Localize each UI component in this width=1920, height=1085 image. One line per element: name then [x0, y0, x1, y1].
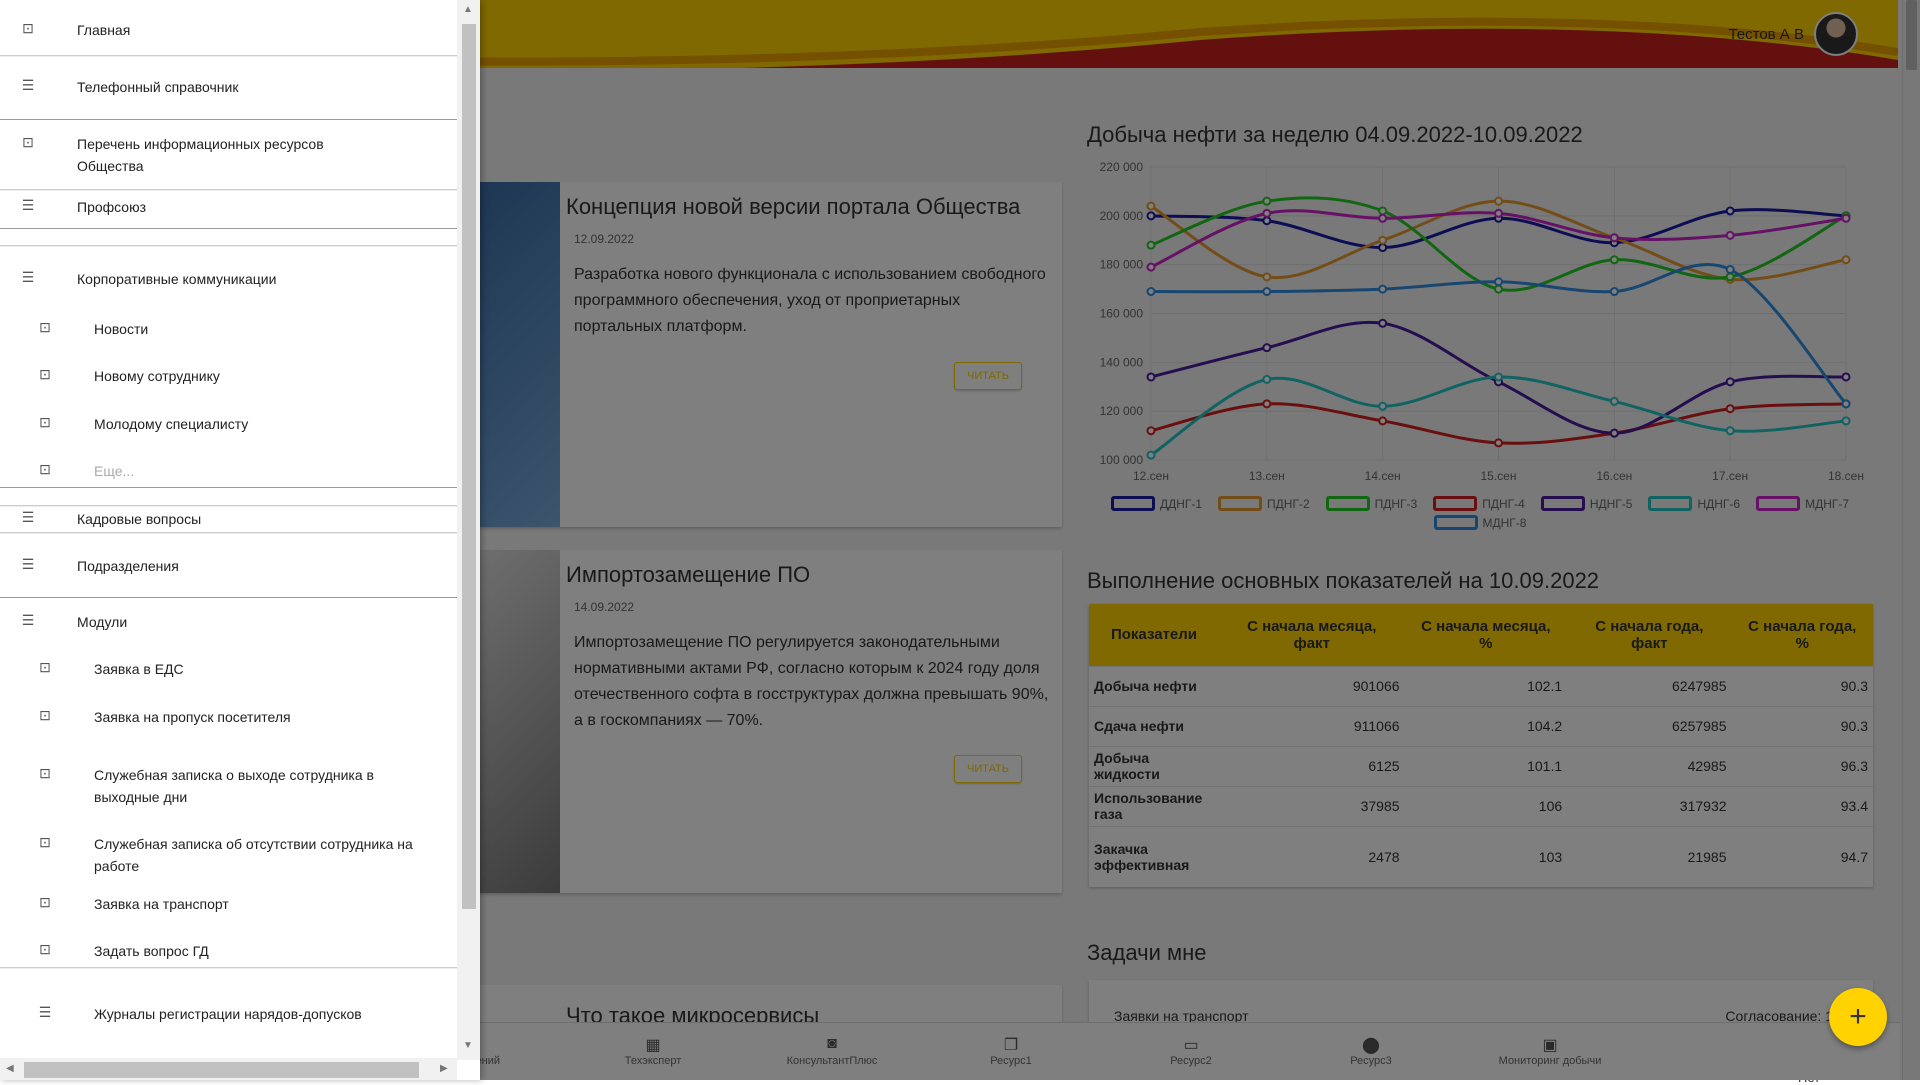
download-box-icon: ⊡ — [39, 941, 51, 957]
download-box-icon: ⊡ — [39, 461, 51, 477]
navigation-drawer: ⊡ Главная ☰ Телефонный справочник ⊡ Перечень … — [0, 0, 480, 1080]
download-box-icon: ⊡ — [39, 366, 51, 382]
sidebar-item-label: Заявка на пропуск посетителя — [94, 709, 291, 725]
plus-icon: + — [1849, 1000, 1867, 1033]
download-box-icon: ⊡ — [39, 659, 51, 675]
drawer-scroll-thumb[interactable] — [462, 24, 476, 909]
menu-lines-icon: ☰ — [21, 197, 35, 213]
sidebar-item-label: Новому сотруднику — [94, 368, 220, 384]
sidebar-item-label: Модули — [77, 614, 128, 630]
download-box-icon: ⊡ — [22, 20, 34, 36]
sidebar-item-label: Еще... — [94, 463, 135, 479]
download-box-icon: ⊡ — [39, 765, 51, 781]
scroll-down-icon[interactable]: ▼ — [463, 1040, 473, 1051]
sidebar-item-label: Перечень информационных ресурсов Обществ… — [77, 136, 324, 174]
sidebar-item-label: Главная — [77, 22, 131, 38]
sidebar-item-label: Заявка на транспорт — [94, 896, 229, 912]
menu-lines-icon: ☰ — [38, 1004, 52, 1020]
download-box-icon: ⊡ — [22, 134, 34, 150]
sidebar-item-label: Телефонный справочник — [77, 79, 239, 95]
drawer-hscroll-thumb[interactable] — [24, 1062, 419, 1078]
sidebar-item-label: Служебная записка об отсутствии сотрудни… — [94, 836, 413, 874]
scroll-up-icon[interactable]: ▲ — [463, 4, 473, 15]
sidebar-item-label: Корпоративные коммуникации — [77, 271, 277, 287]
menu-lines-icon: ☰ — [21, 77, 35, 93]
sidebar-item-label: Профсоюз — [77, 199, 147, 215]
download-box-icon: ⊡ — [39, 834, 51, 850]
download-box-icon: ⊡ — [39, 414, 51, 430]
sidebar-item-label: Кадровые вопросы — [77, 511, 202, 527]
scroll-right-icon[interactable]: ▶ — [440, 1063, 448, 1074]
sidebar-item-label: Журналы регистрации нарядов-допусков — [94, 1006, 362, 1022]
drawer-horizontal-scrollbar[interactable]: ◀ ▶ — [0, 1058, 457, 1080]
sidebar-item-label: Подразделения — [77, 558, 179, 574]
menu-lines-icon: ☰ — [21, 509, 35, 525]
scroll-left-icon[interactable]: ◀ — [6, 1063, 14, 1074]
download-box-icon: ⊡ — [39, 894, 51, 910]
sidebar-item-label: Задать вопрос ГД — [94, 943, 209, 959]
download-box-icon: ⊡ — [39, 319, 51, 335]
sidebar-item-label: Служебная записка о выходе сотрудника в … — [94, 767, 374, 805]
sidebar-item-label: Заявка в ЕДС — [94, 661, 184, 677]
sidebar-item-label: Молодому специалисту — [94, 416, 249, 432]
download-box-icon: ⊡ — [39, 707, 51, 723]
drawer-vertical-scrollbar[interactable]: ▲ ▼ — [457, 0, 480, 1060]
menu-lines-icon: ☰ — [21, 269, 35, 285]
add-fab-button[interactable]: + — [1829, 988, 1887, 1046]
sidebar-item-label: Новости — [94, 321, 149, 337]
menu-lines-icon: ☰ — [21, 556, 35, 572]
menu-lines-icon: ☰ — [21, 612, 35, 628]
